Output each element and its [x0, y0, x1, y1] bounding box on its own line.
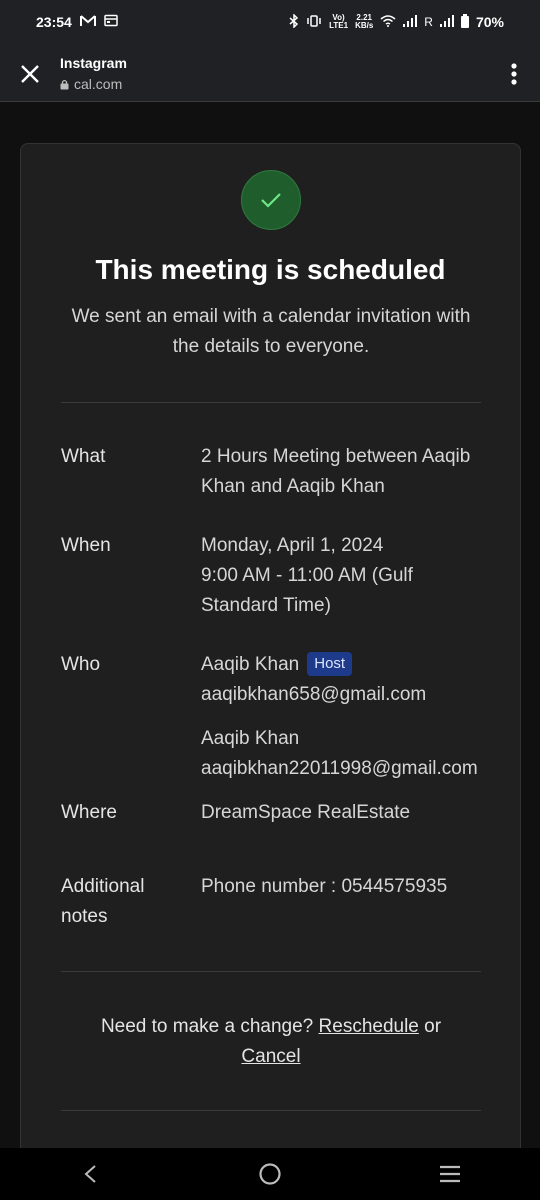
home-icon [259, 1163, 281, 1185]
who-value: Aaqib Khan Host aaqibkhan658@gmail.com Aa… [201, 650, 511, 784]
status-bar: 23:54 Vo) LTE1 2.21 KB/s R 70% [0, 0, 540, 44]
success-badge [241, 170, 301, 230]
battery-level: 70% [475, 14, 504, 30]
check-icon [261, 193, 281, 208]
vibrate-icon [306, 14, 322, 30]
back-button[interactable] [66, 1150, 114, 1198]
reschedule-link[interactable]: Reschedule [319, 1016, 419, 1037]
host-email: aaqibkhan658@gmail.com [201, 684, 427, 705]
what-label: What [61, 446, 106, 467]
gmail-icon [79, 14, 96, 30]
network-speed: 2.21 KB/s [355, 13, 374, 30]
notes-label: Additional notes [61, 876, 145, 927]
divider-top [61, 402, 481, 403]
signal-icon-sim2 [439, 14, 454, 30]
more-vertical-icon [511, 63, 517, 85]
close-icon [21, 65, 39, 83]
where-value: DreamSpace RealEstate [201, 802, 411, 823]
change-prompt: Need to make a change? Reschedule or Can… [61, 1012, 481, 1072]
web-page: This meeting is scheduled We sent an ema… [0, 102, 540, 1148]
recents-button[interactable] [426, 1150, 474, 1198]
signal-icon [403, 14, 418, 30]
what-value: 2 Hours Meeting between Aaqib Khan and A… [201, 446, 471, 497]
status-time: 23:54 [36, 14, 72, 30]
when-value: Monday, April 1, 2024 9:00 AM - 11:00 AM… [201, 531, 511, 621]
cancel-link[interactable]: Cancel [241, 1046, 300, 1067]
more-options-button[interactable] [502, 58, 526, 90]
when-date: Monday, April 1, 2024 [201, 535, 384, 556]
confirmation-title: This meeting is scheduled [95, 254, 446, 285]
divider-bottom [61, 1110, 481, 1111]
close-button[interactable] [14, 58, 46, 90]
bluetooth-icon [289, 12, 299, 31]
host-name: Aaqib Khan [201, 654, 300, 675]
when-time: 9:00 AM - 11:00 AM (Gulf Standard Time) [201, 565, 413, 616]
calendar-notification-icon [104, 14, 118, 30]
url-text: cal.com [74, 76, 123, 92]
roaming-indicator: R [424, 15, 433, 29]
when-label: When [61, 535, 111, 556]
recents-icon [440, 1165, 460, 1183]
browser-url[interactable]: cal.com [60, 76, 122, 92]
attendee-name: Aaqib Khan [201, 728, 300, 749]
who-label: Who [61, 654, 101, 675]
confirmation-subtitle: We sent an email with a calendar invitat… [71, 306, 471, 357]
browser-toolbar: Instagram cal.com [0, 44, 540, 102]
wifi-icon [380, 14, 396, 30]
back-icon [84, 1165, 96, 1183]
volte-indicator: Vo) LTE1 [329, 13, 349, 30]
divider-middle [61, 971, 481, 972]
booking-confirmation-card: This meeting is scheduled We sent an ema… [20, 143, 521, 1148]
host-badge: Host [307, 652, 353, 676]
home-button[interactable] [246, 1150, 294, 1198]
or-text: or [424, 1016, 442, 1037]
change-prompt-text: Need to make a change? [100, 1016, 314, 1037]
battery-icon [460, 13, 469, 31]
where-label: Where [61, 802, 117, 823]
notes-value: Phone number : 0544575935 [201, 876, 448, 897]
host-row: Aaqib Khan Host [201, 650, 511, 680]
browser-title: Instagram [60, 55, 127, 71]
system-navigation-bar [0, 1148, 540, 1200]
lock-icon [60, 79, 69, 89]
attendee-email: aaqibkhan22011998@gmail.com [201, 758, 478, 779]
